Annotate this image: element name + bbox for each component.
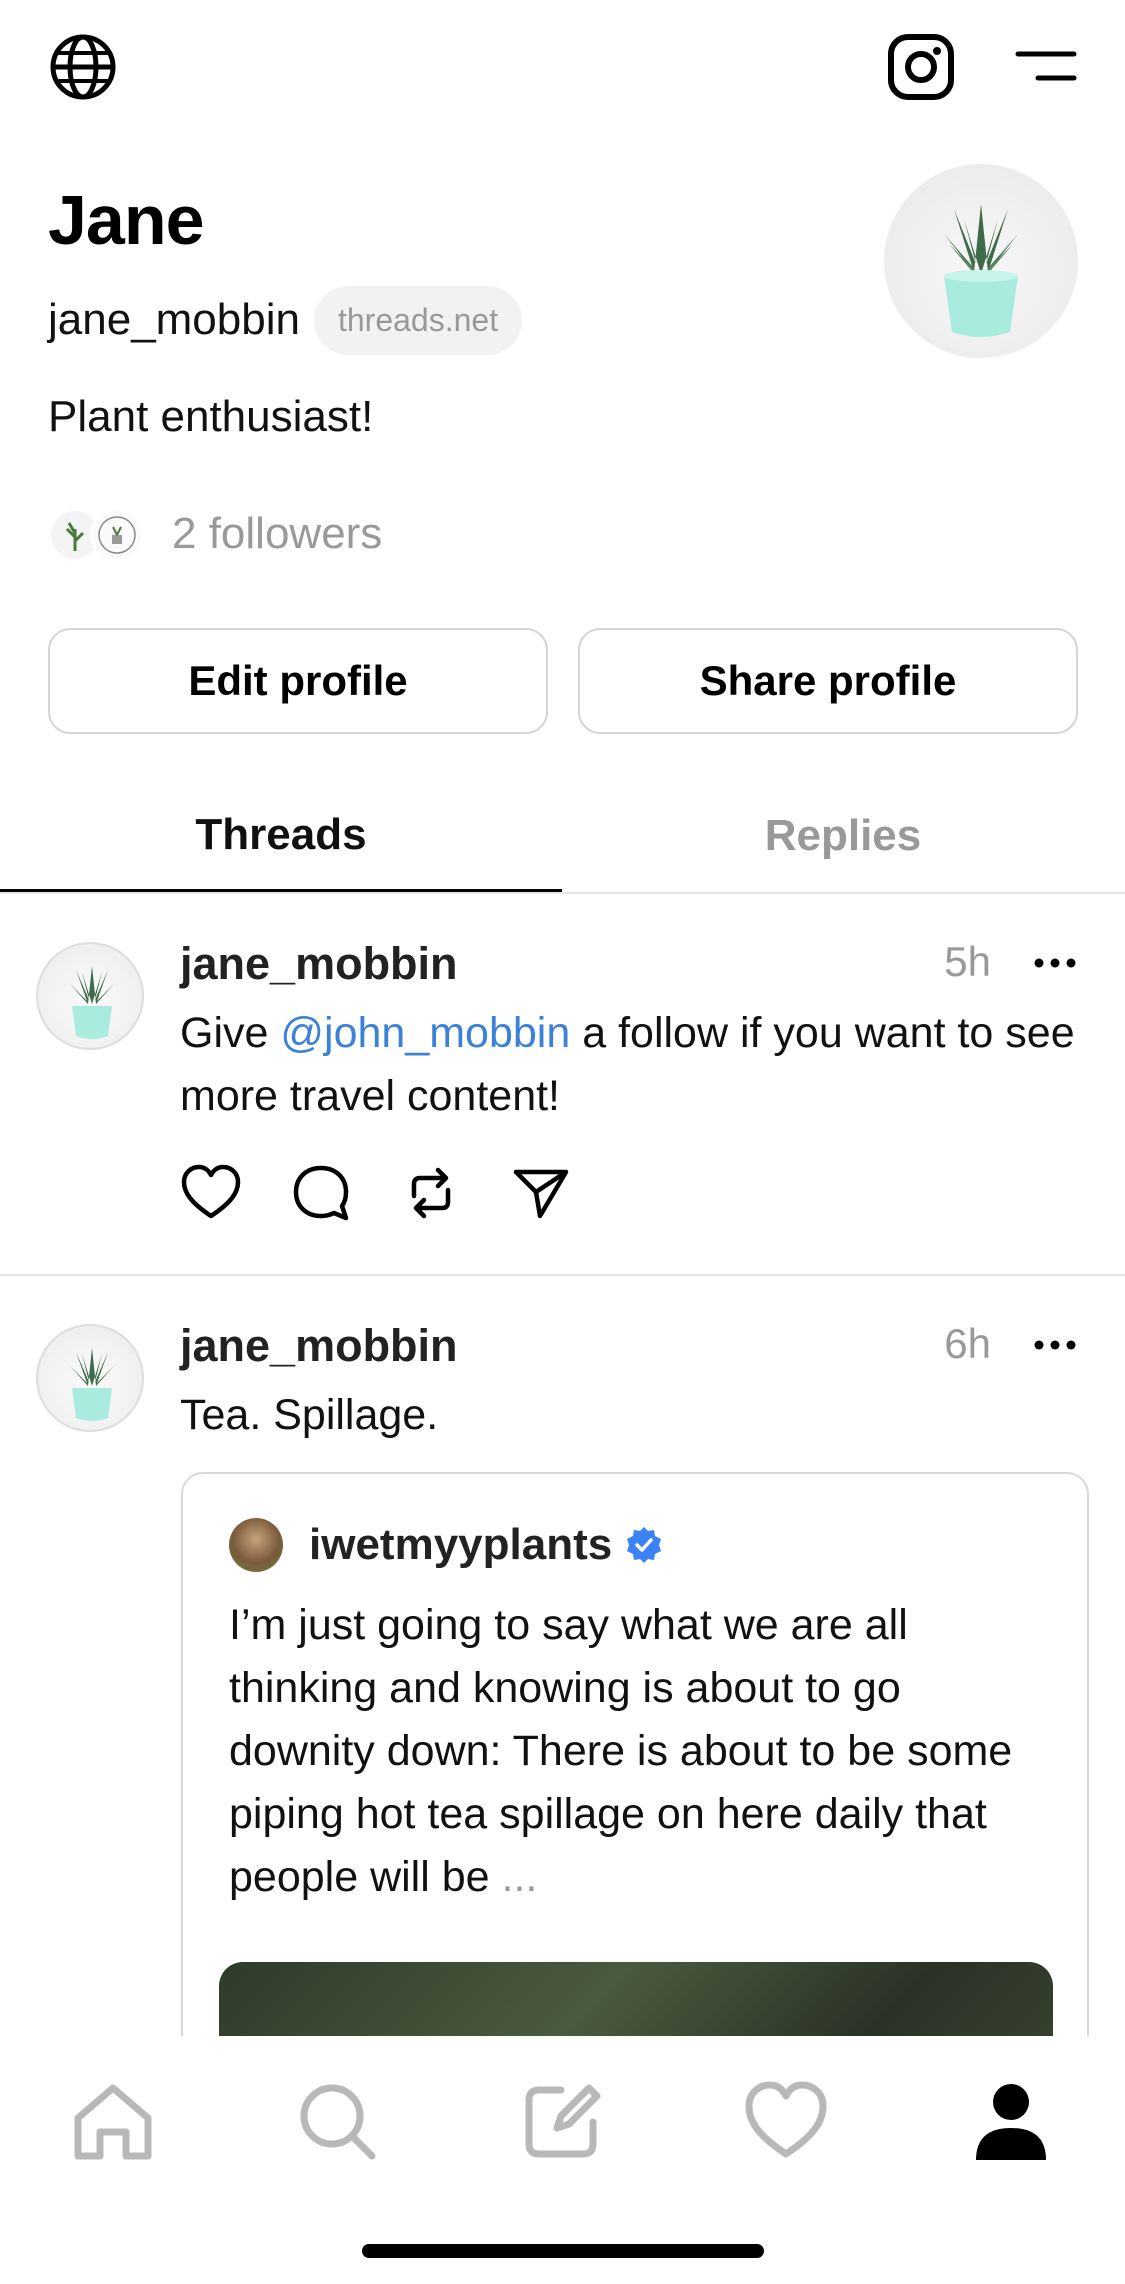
profile-bio: Plant enthusiast! [48, 392, 374, 441]
plant-avatar-image [944, 204, 1018, 337]
home-indicator [362, 2244, 764, 2258]
bottom-nav [0, 2036, 1125, 2284]
heart-icon[interactable] [741, 2076, 831, 2166]
profile-tabs: Threads Replies [0, 780, 1125, 894]
follower-avatars [48, 504, 148, 564]
edit-profile-button[interactable]: Edit profile [48, 628, 548, 734]
post-text: Tea. Spillage. [180, 1391, 439, 1439]
post-timestamp: 5h [944, 938, 991, 985]
home-icon[interactable] [68, 2076, 158, 2166]
instagram-icon[interactable] [886, 32, 956, 102]
quoted-post-card[interactable]: iwetmyyplants I’m just going to say what… [181, 1472, 1089, 2072]
follower-avatar [90, 508, 144, 562]
compose-icon[interactable] [517, 2076, 607, 2166]
thread-post[interactable]: jane_mobbin 6h Tea. Spillage. iwetmyypla… [0, 1278, 1125, 2072]
domain-badge[interactable]: threads.net [313, 285, 523, 355]
post-text-before: Give [180, 1009, 281, 1057]
more-options-icon[interactable] [1033, 948, 1077, 978]
profile-icon[interactable] [966, 2076, 1056, 2166]
read-more-ellipsis[interactable]: ... [502, 1853, 538, 1901]
post-timestamp: 6h [944, 1320, 991, 1367]
more-options-icon[interactable] [1033, 1330, 1077, 1360]
quoted-post-header: iwetmyyplants [229, 1518, 664, 1572]
post-avatar[interactable] [36, 942, 144, 1050]
menu-icon[interactable] [1014, 44, 1078, 88]
handle-row: jane_mobbin threads.net [48, 282, 523, 358]
send-icon[interactable] [510, 1162, 572, 1224]
top-bar [0, 0, 1125, 140]
post-username[interactable]: jane_mobbin [180, 938, 458, 990]
profile-name: Jane [48, 181, 205, 259]
quoted-post-body: I’m just going to say what we are all th… [229, 1601, 1013, 1901]
profile-handle: jane_mobbin [48, 295, 300, 344]
quoted-post-text: I’m just going to say what we are all th… [229, 1594, 1049, 1909]
heart-icon[interactable] [180, 1162, 242, 1224]
post-avatar[interactable] [36, 1324, 144, 1432]
post-username[interactable]: jane_mobbin [180, 1320, 458, 1372]
comment-icon[interactable] [290, 1162, 352, 1224]
thread-post[interactable]: jane_mobbin 5h Give @john_mobbin a follo… [0, 896, 1125, 1276]
tab-replies[interactable]: Replies [562, 780, 1124, 892]
mention-link[interactable]: @john_mobbin [280, 1009, 570, 1057]
verified-badge-icon [627, 1527, 662, 1563]
followers-count[interactable]: 2 followers [172, 509, 382, 559]
globe-icon[interactable] [48, 32, 118, 102]
followers-row[interactable]: 2 followers [48, 504, 382, 564]
post-text: Give @john_mobbin a follow if you want t… [180, 1002, 1080, 1128]
repost-icon[interactable] [400, 1162, 462, 1224]
share-profile-button[interactable]: Share profile [578, 628, 1078, 734]
search-icon[interactable] [292, 2076, 382, 2166]
quoted-user-avatar[interactable] [229, 1518, 283, 1572]
profile-avatar[interactable] [884, 164, 1078, 358]
post-actions [180, 1162, 572, 1224]
quoted-username[interactable]: iwetmyyplants [309, 1520, 612, 1570]
tab-threads[interactable]: Threads [0, 780, 562, 892]
